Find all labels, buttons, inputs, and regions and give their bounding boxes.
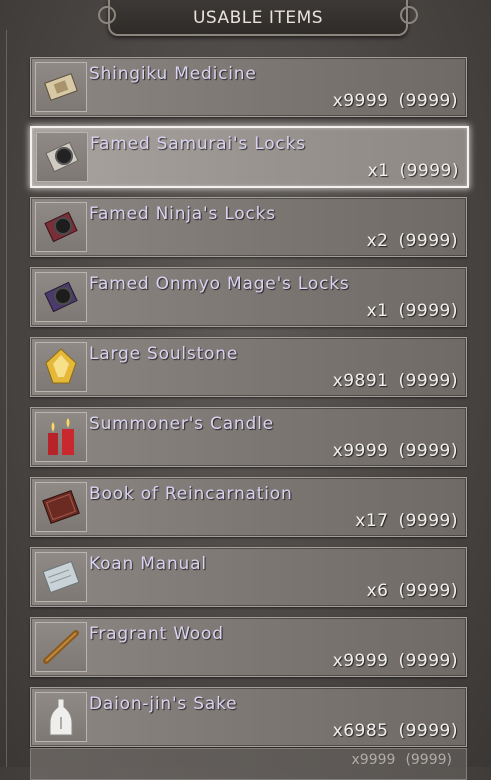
- item-row-famed-onmyo-mages-locks[interactable]: Famed Onmyo Mage's Locks x1 (9999): [30, 267, 467, 327]
- item-name: Summoner's Candle: [89, 414, 274, 434]
- item-count: x1 (9999): [366, 301, 458, 321]
- item-row-koan-manual[interactable]: Koan Manual x6 (9999): [30, 547, 467, 607]
- book-icon: [35, 482, 87, 532]
- item-row-partial[interactable]: x9999 (9999): [30, 748, 467, 780]
- soulstone-icon: [35, 342, 87, 392]
- item-name: Koan Manual: [89, 554, 207, 574]
- sake-bottle-icon: [35, 692, 87, 742]
- wood-icon: [35, 622, 87, 672]
- item-count: x9999 (9999): [351, 752, 452, 768]
- item-count: x9891 (9999): [332, 371, 458, 391]
- item-count: x9999 (9999): [332, 651, 458, 671]
- item-row-famed-samurais-locks[interactable]: Famed Samurai's Locks x1 (9999): [30, 126, 469, 188]
- item-count: x9999 (9999): [332, 91, 458, 111]
- item-name: Famed Samurai's Locks: [90, 134, 306, 154]
- item-row-large-soulstone[interactable]: Large Soulstone x9891 (9999): [30, 337, 467, 397]
- medicine-packet-icon: [35, 62, 87, 112]
- item-name: Large Soulstone: [89, 344, 239, 364]
- item-count: x1 (9999): [367, 161, 459, 181]
- item-name: Famed Onmyo Mage's Locks: [89, 274, 350, 294]
- item-row-shingiku-medicine[interactable]: Shingiku Medicine x9999 (9999): [30, 57, 467, 117]
- item-row-book-of-reincarnation[interactable]: Book of Reincarnation x17 (9999): [30, 477, 467, 537]
- item-count: x6 (9999): [366, 581, 458, 601]
- item-row-summoners-candle[interactable]: Summoner's Candle x9999 (9999): [30, 407, 467, 467]
- item-name: Book of Reincarnation: [89, 484, 293, 504]
- onmyo-locks-icon: [35, 272, 87, 322]
- item-name: Fragrant Wood: [89, 624, 224, 644]
- item-count: x2 (9999): [366, 231, 458, 251]
- samurai-locks-icon: [36, 132, 88, 182]
- item-count: x17 (9999): [355, 511, 458, 531]
- item-row-famed-ninjas-locks[interactable]: Famed Ninja's Locks x2 (9999): [30, 197, 467, 257]
- item-row-daion-jins-sake[interactable]: Daion-jin's Sake x6985 (9999): [30, 687, 467, 747]
- candle-icon: [35, 412, 87, 462]
- item-list: Shingiku Medicine x9999 (9999) Famed Samu…: [0, 0, 491, 780]
- ninja-locks-icon: [35, 202, 87, 252]
- item-count: x6985 (9999): [332, 721, 458, 741]
- item-row-fragrant-wood[interactable]: Fragrant Wood x9999 (9999): [30, 617, 467, 677]
- item-name: Famed Ninja's Locks: [89, 204, 276, 224]
- item-name: Shingiku Medicine: [89, 64, 257, 84]
- item-name: Daion-jin's Sake: [89, 694, 238, 714]
- manual-icon: [35, 552, 87, 602]
- item-count: x9999 (9999): [332, 441, 458, 461]
